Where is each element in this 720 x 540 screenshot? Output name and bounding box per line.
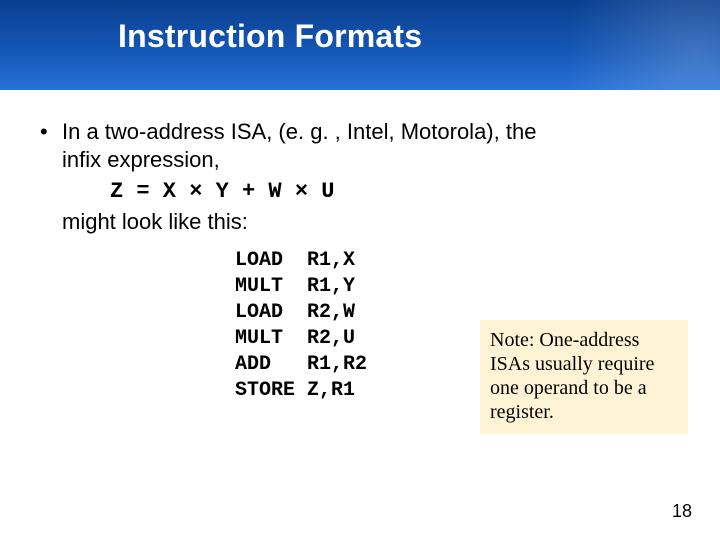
note-text: Note: One-address ISAs usually require o… bbox=[490, 329, 654, 423]
code-line-1: LOAD R1,X bbox=[235, 249, 355, 272]
code-line-3: LOAD R2,W bbox=[235, 301, 355, 324]
code-line-6: STORE Z,R1 bbox=[235, 379, 355, 402]
slide-title: Instruction Formats bbox=[118, 18, 422, 55]
assembly-code: LOAD R1,X MULT R1,Y LOAD R2,W MULT R2,U … bbox=[235, 248, 367, 404]
slide: Instruction Formats In a two-address ISA… bbox=[0, 0, 720, 540]
page-number: 18 bbox=[672, 501, 692, 522]
code-line-5: ADD R1,R2 bbox=[235, 353, 367, 376]
bullet-line-1: In a two-address ISA, (e. g. , Intel, Mo… bbox=[62, 119, 536, 144]
code-line-2: MULT R1,Y bbox=[235, 275, 355, 298]
bullet-line-2: infix expression, bbox=[62, 146, 220, 174]
code-line-4: MULT R2,U bbox=[235, 327, 355, 350]
bullet-item: In a two-address ISA, (e. g. , Intel, Mo… bbox=[38, 118, 690, 174]
note-box: Note: One-address ISAs usually require o… bbox=[480, 320, 688, 434]
expression-line: Z = X × Y + W × U bbox=[38, 176, 690, 206]
infix-expression: Z = X × Y + W × U bbox=[110, 179, 334, 204]
might-line: might look like this: bbox=[38, 208, 690, 236]
slide-body: In a two-address ISA, (e. g. , Intel, Mo… bbox=[38, 118, 690, 237]
